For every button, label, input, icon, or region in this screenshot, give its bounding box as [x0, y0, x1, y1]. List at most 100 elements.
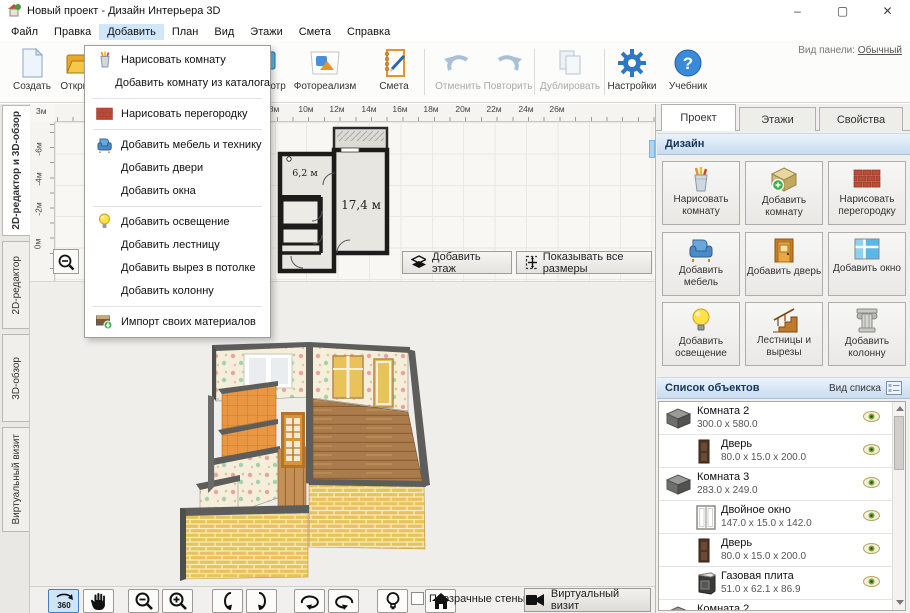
object-row-double-window[interactable]: Двойное окно 147.0 x 15.0 x 142.0 [659, 501, 892, 534]
add-floor-button[interactable]: Добавить этаж [402, 251, 512, 275]
visibility-eye-icon[interactable] [863, 477, 880, 491]
add-furniture-button[interactable]: Добавить мебель [662, 232, 740, 296]
visibility-eye-icon[interactable] [863, 543, 880, 557]
object-row-room-partial[interactable]: Комната 2 [659, 600, 892, 610]
duplicate-button[interactable]: Дублировать [538, 46, 602, 98]
menu-help[interactable]: Справка [339, 24, 398, 40]
add-room-button[interactable]: Добавить комнату [745, 161, 823, 225]
menu-estimate[interactable]: Смета [291, 24, 339, 40]
orbit-left-button[interactable] [294, 589, 325, 613]
estimate-notepad-icon [378, 46, 410, 80]
rotate-vertical-right-icon [257, 592, 266, 610]
add-column-button[interactable]: Добавить колонну [828, 302, 906, 366]
add-door-button[interactable]: Добавить дверь [745, 232, 823, 296]
app-icon [7, 3, 21, 20]
menu-item-draw-room[interactable]: Нарисовать комнату [85, 48, 270, 71]
ruler-corner-label: 3м [36, 106, 47, 116]
object-row-room3[interactable]: Комната 3 283.0 x 249.0 [659, 468, 892, 501]
toolbar-separator [534, 49, 535, 95]
virtual-visit-button[interactable]: Виртуальный визит [524, 588, 651, 612]
object-row-stove[interactable]: Газовая плита 51.0 x 62.1 x 86.9 [659, 567, 892, 600]
minimize-button[interactable]: – [775, 0, 820, 22]
list-view-icon[interactable] [886, 381, 902, 395]
tab-2d-editor[interactable]: 2D-редактор [2, 241, 29, 329]
show-all-sizes-button[interactable]: Показывать все размеры [516, 251, 652, 275]
rotate-360-button[interactable]: 360 [48, 589, 79, 613]
settings-gear-icon [616, 46, 648, 80]
panel-view-link[interactable]: Обычный [858, 45, 902, 56]
plan-zoom-out-button[interactable] [53, 249, 79, 274]
redo-button[interactable]: Повторить [476, 46, 540, 98]
add-menu-dropdown: Нарисовать комнату Добавить комнату из к… [84, 45, 271, 338]
transparent-walls-checkbox[interactable] [411, 592, 424, 605]
scroll-up-button[interactable] [893, 402, 905, 415]
pan-hand-button[interactable] [83, 589, 114, 613]
menu-item-add-lighting[interactable]: Добавить освещение [85, 210, 270, 233]
zoom-out-button[interactable] [128, 589, 159, 613]
object-list-scrollbar[interactable] [892, 402, 905, 610]
menu-add[interactable]: Добавить [99, 23, 164, 40]
transparent-walls-option[interactable]: Прозрачные стены [411, 592, 525, 605]
rotate-vertical-left-icon [223, 592, 232, 610]
column-icon [856, 308, 878, 333]
object-row-door[interactable]: Дверь 80.0 x 15.0 x 200.0 [659, 435, 892, 468]
menu-view[interactable]: Вид [206, 24, 242, 40]
object-row-room2[interactable]: Комната 2 300.0 x 580.0 [659, 402, 892, 435]
floor-plan-2d[interactable]: 6,2 м 17,4 м [277, 125, 391, 274]
visibility-eye-icon[interactable] [863, 510, 880, 524]
menu-item-draw-partition[interactable]: Нарисовать перегородку [85, 102, 270, 125]
orbit-left-icon [300, 595, 319, 610]
menu-item-import-materials[interactable]: Импорт своих материалов [85, 310, 270, 333]
house-3d-render [180, 342, 430, 581]
zoom-in-button[interactable] [162, 589, 193, 613]
menu-item-add-doors[interactable]: Добавить двери [85, 156, 270, 179]
right-panel: Проект Этажи Свойства Дизайн Нарисовать … [655, 104, 910, 613]
tab-3d-view[interactable]: 3D-обзор [2, 334, 29, 422]
maximize-button[interactable]: ▢ [820, 0, 865, 22]
brick-wall-icon [93, 107, 115, 121]
object-row-door2[interactable]: Дверь 80.0 x 15.0 x 200.0 [659, 534, 892, 567]
menu-plan[interactable]: План [164, 24, 207, 40]
menu-item-add-column[interactable]: Добавить колонну [85, 279, 270, 302]
draw-partition-button[interactable]: Нарисовать перегородку [828, 161, 906, 225]
title-bar: Новый проект - Дизайн Интерьера 3D – ▢ ✕ [0, 0, 910, 22]
menu-bar: Файл Правка Добавить План Вид Этажи Смет… [0, 22, 910, 41]
orbit-right-button[interactable] [328, 589, 359, 613]
scrollbar-thumb[interactable] [894, 416, 904, 470]
add-window-button[interactable]: Добавить окно [828, 232, 906, 296]
scroll-down-button[interactable] [893, 596, 905, 609]
estimate-button[interactable]: Смета [362, 46, 426, 98]
stairs-cutouts-button[interactable]: Лестницы и вырезы [745, 302, 823, 366]
svg-text:?: ? [683, 54, 693, 73]
visibility-eye-icon[interactable] [863, 576, 880, 590]
tab-project[interactable]: Проект [661, 104, 736, 131]
hand-icon [90, 592, 105, 610]
rotate-360-icon: 360 [55, 593, 73, 610]
menu-floors[interactable]: Этажи [242, 24, 290, 40]
photorealism-button[interactable]: Фотореализм [293, 46, 357, 98]
tutorial-button[interactable]: ? Учебник [656, 46, 720, 98]
settings-button[interactable]: Настройки [600, 46, 664, 98]
objects-section-header: Список объектов Вид списка [657, 377, 910, 399]
menu-edit[interactable]: Правка [46, 24, 99, 40]
import-materials-icon [93, 313, 115, 330]
lighting-button[interactable] [377, 589, 408, 613]
tab-properties[interactable]: Свойства [819, 107, 903, 131]
menu-file[interactable]: Файл [3, 24, 46, 40]
draw-room-button[interactable]: Нарисовать комнату [662, 161, 740, 225]
menu-item-add-stairs[interactable]: Добавить лестницу [85, 233, 270, 256]
tab-virtual-visit[interactable]: Виртуальный визит [2, 427, 29, 532]
visibility-eye-icon[interactable] [863, 444, 880, 458]
rotate-up-button[interactable] [212, 589, 243, 613]
menu-item-add-room-catalog[interactable]: Добавить комнату из каталога [85, 71, 270, 94]
menu-item-add-ceiling-cutout[interactable]: Добавить вырез в потолке [85, 256, 270, 279]
close-button[interactable]: ✕ [865, 0, 910, 22]
rotate-down-button[interactable] [246, 589, 277, 613]
menu-item-add-windows[interactable]: Добавить окна [85, 179, 270, 202]
tab-2d-and-3d[interactable]: 2D-редактор и 3D-обзор [2, 105, 30, 236]
visibility-eye-icon[interactable] [863, 411, 880, 425]
vertical-ruler: -6м -4м -2м 0м [30, 122, 55, 281]
add-lighting-button[interactable]: Добавить освещение [662, 302, 740, 366]
menu-item-add-furniture[interactable]: Добавить мебель и технику [85, 133, 270, 156]
tab-floors[interactable]: Этажи [739, 107, 816, 131]
